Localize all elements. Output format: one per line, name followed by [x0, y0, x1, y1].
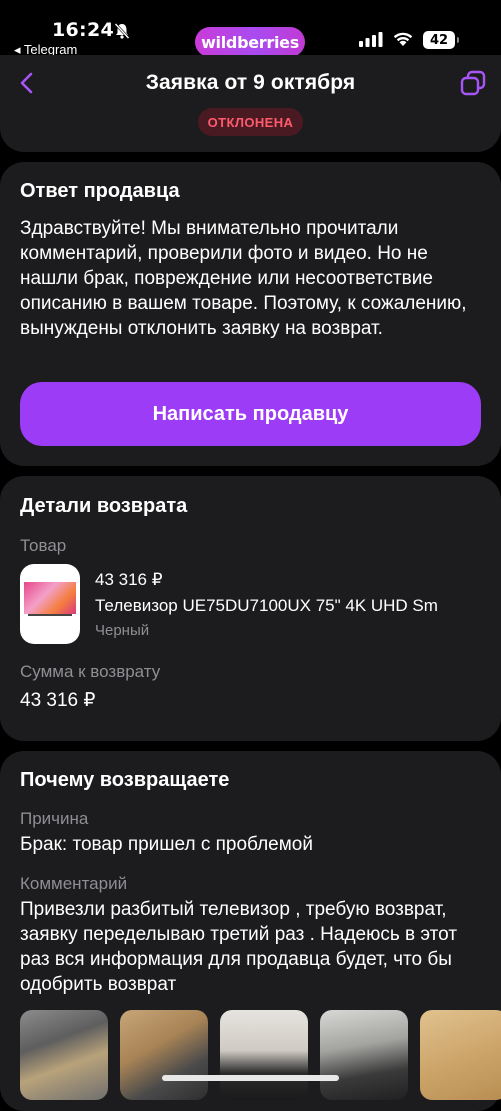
seller-answer-title: Ответ продавца — [20, 180, 180, 202]
reason-label: Причина — [20, 809, 89, 828]
seller-answer-card: Ответ продавца Здравствуйте! Мы внимател… — [0, 162, 501, 466]
product-color: Черный — [95, 622, 150, 639]
tv-screen-image — [24, 582, 76, 614]
battery-indicator: 42 — [423, 31, 459, 49]
product-image[interactable] — [20, 564, 80, 644]
status-bar: 16:24 ◂ Telegram wildberries 42 — [0, 0, 501, 60]
photo-thumbnail[interactable] — [120, 1010, 208, 1100]
photo-thumbnail[interactable] — [220, 1010, 308, 1100]
tv-stand-image — [28, 614, 72, 616]
wildberries-logo: wildberries — [195, 27, 305, 57]
copy-icon[interactable] — [459, 69, 487, 97]
comment-value: Привезли разбитый телевизор , требую воз… — [20, 899, 458, 995]
return-reason-title: Почему возвращаете — [20, 769, 230, 791]
product-label: Товар — [20, 536, 67, 555]
wifi-icon — [393, 32, 413, 46]
return-details-card: Детали возврата Товар 43 316 ₽ Телевизор… — [0, 476, 501, 741]
seller-answer-text: Здравствуйте! Мы внимательно прочитали к… — [20, 218, 467, 339]
reason-value: Брак: товар пришел с проблемой — [20, 834, 313, 855]
product-name[interactable]: Телевизор UE75DU7100UX 75" 4K UHD Sm — [95, 596, 501, 616]
return-reason-card: Почему возвращаете Причина Брак: товар п… — [0, 751, 501, 1111]
bell-muted-icon — [114, 23, 130, 39]
photo-gallery[interactable] — [20, 1010, 501, 1110]
refund-amount: 43 316 ₽ — [20, 690, 96, 711]
photo-thumbnail[interactable] — [20, 1010, 108, 1100]
page-title: Заявка от 9 октября — [145, 71, 356, 94]
home-indicator — [162, 1075, 339, 1081]
return-details-title: Детали возврата — [20, 495, 188, 517]
header-card: Заявка от 9 октября ОТКЛОНЕНА — [0, 55, 501, 152]
status-badge: ОТКЛОНЕНА — [198, 108, 303, 136]
photo-thumbnail[interactable] — [420, 1010, 501, 1100]
photo-thumbnail[interactable] — [320, 1010, 408, 1100]
product-price: 43 316 ₽ — [95, 570, 163, 589]
status-time: 16:24 — [52, 19, 114, 41]
refund-label: Сумма к возврату — [20, 662, 161, 681]
comment-label: Комментарий — [20, 874, 128, 893]
write-seller-button[interactable]: Написать продавцу — [20, 382, 481, 446]
cellular-signal-icon — [359, 32, 383, 47]
